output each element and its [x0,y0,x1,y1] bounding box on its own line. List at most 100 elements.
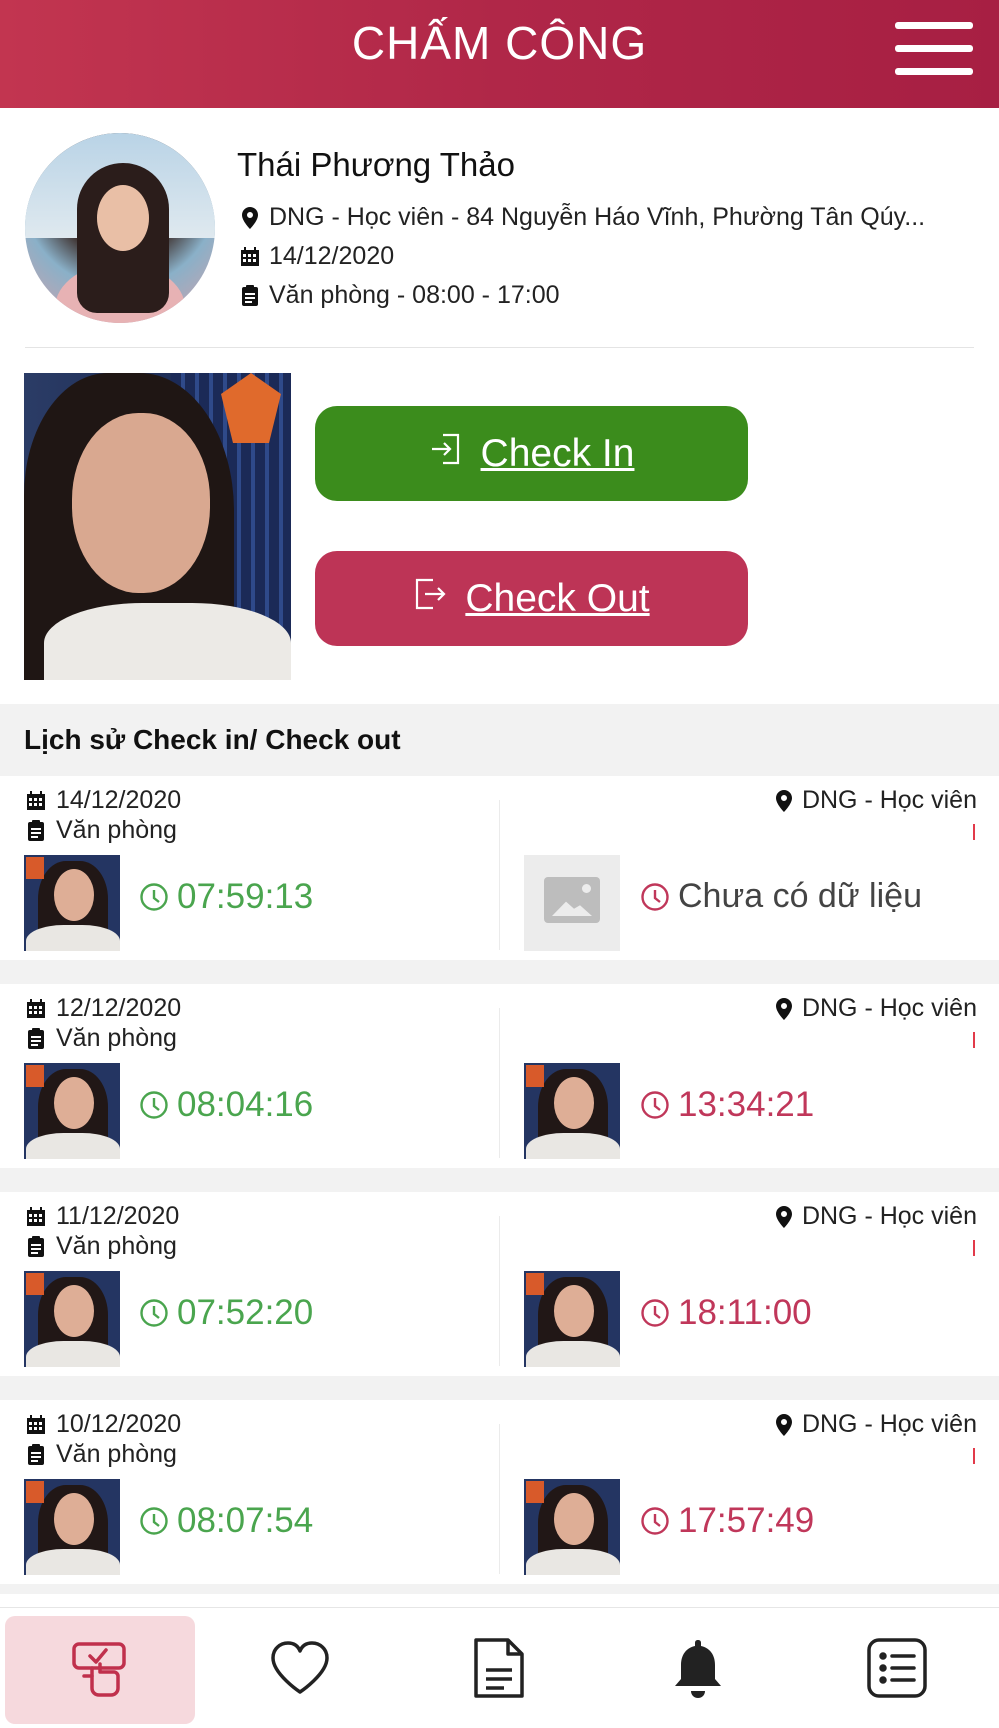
clipboard-icon [24,1236,48,1257]
record-gap [0,1584,999,1594]
record-location: DNG - Học viên [801,786,977,814]
nav-attendance[interactable] [5,1616,195,1724]
image-placeholder-icon [524,855,620,951]
heart-icon [269,1640,331,1701]
divider [25,347,974,348]
check-out-photo[interactable] [524,1063,620,1159]
check-out-time-row: 18:11:00 [640,1293,812,1333]
record-place-row: Văn phòng [24,1024,177,1053]
check-out-button[interactable]: Check Out [315,551,748,646]
nav-notifications[interactable] [603,1616,793,1724]
divider [499,1216,500,1366]
menu-button[interactable] [895,22,973,76]
check-out-time-row: Chưa có dữ liệu [640,877,922,916]
clipboard-icon [24,1444,48,1465]
app-header: CHẤM CÔNG [0,0,999,108]
document-icon [472,1636,526,1705]
check-in-time-row: 07:59:13 [139,877,313,917]
clock-icon [640,1298,670,1328]
bottom-nav [0,1607,999,1728]
status-mark [973,1240,975,1256]
record-location: DNG - Học viên [801,1410,977,1438]
profile-date-row: 14/12/2020 [237,242,394,271]
record-date: 11/12/2020 [56,1202,180,1230]
location-pin-icon [775,1413,792,1436]
clipboard-icon [237,285,263,306]
record-place-row: Văn phòng [24,1440,177,1469]
menu-bar [895,45,973,52]
avatar [25,133,215,323]
check-in-button[interactable]: Check In [315,406,748,501]
bell-icon [671,1636,725,1705]
nav-documents[interactable] [404,1616,594,1724]
check-out-photo[interactable] [524,1479,620,1575]
record-date: 10/12/2020 [56,1410,182,1438]
check-out-time-row: 13:34:21 [640,1085,814,1125]
clock-icon [640,1090,670,1120]
history-record[interactable]: 12/12/2020 Văn phòng DNG - Học viên 08:04:1… [0,984,999,1168]
history-header: Lịch sử Check in/ Check out [0,704,999,776]
clock-icon [640,1506,670,1536]
record-date-row: 10/12/2020 [24,1410,181,1439]
check-in-time: 07:59:13 [177,877,314,916]
location-pin-icon [775,997,792,1020]
check-in-photo[interactable] [24,1271,120,1367]
page-title: CHẤM CÔNG [351,17,648,69]
record-place-row: Văn phòng [24,1232,177,1261]
history-title: Lịch sử Check in/ Check out [24,724,401,755]
history-record[interactable]: 11/12/2020 Văn phòng DNG - Học viên 07:52:2… [0,1192,999,1376]
clipboard-icon [24,820,48,841]
check-in-photo[interactable] [24,1063,120,1159]
record-date: 14/12/2020 [56,786,182,814]
record-location: DNG - Học viên [801,1202,977,1230]
check-in-time: 08:04:16 [177,1085,314,1124]
clipboard-icon [24,1028,48,1049]
profile-location: DNG - Học viên - 84 Nguyễn Háo Vĩnh, Phư… [269,203,926,231]
clock-icon [640,882,670,912]
attendance-icon [68,1636,132,1705]
record-place: Văn phòng [56,816,177,844]
calendar-icon [237,246,263,267]
check-out-time: Chưa có dữ liệu [678,877,922,915]
record-date-row: 14/12/2020 [24,786,181,815]
divider [499,1424,500,1574]
record-date-row: 11/12/2020 [24,1202,179,1231]
record-gap [0,1168,999,1192]
profile-date: 14/12/2020 [269,242,395,270]
calendar-icon [24,1414,48,1435]
clock-icon [139,1506,169,1536]
check-in-time-row: 08:07:54 [139,1501,313,1541]
location-pin-icon [775,1205,792,1228]
check-out-time: 17:57:49 [678,1501,815,1540]
history-record[interactable]: 14/12/2020 Văn phòng DNG - Học viên 07:59:1… [0,776,999,960]
record-location-row: DNG - Học viên [775,1410,977,1439]
profile-location-row: DNG - Học viên - 84 Nguyễn Háo Vĩnh, Phư… [237,203,925,232]
profile-shift: Văn phòng - 08:00 - 17:00 [269,281,560,309]
location-pin-icon [237,206,263,229]
record-place-row: Văn phòng [24,816,177,845]
history-record[interactable]: 10/12/2020 Văn phòng DNG - Học viên 08:07:5… [0,1400,999,1584]
record-date: 12/12/2020 [56,994,182,1022]
check-in-time-row: 07:52:20 [139,1293,313,1333]
check-out-time-row: 17:57:49 [640,1501,814,1541]
check-in-photo[interactable] [24,855,120,951]
record-gap [0,960,999,984]
divider [499,800,500,950]
nav-list[interactable] [802,1616,992,1724]
profile-name: Thái Phương Thảo [237,146,515,183]
logout-icon [413,577,447,621]
check-in-photo[interactable] [24,1479,120,1575]
record-location-row: DNG - Học viên [775,994,977,1023]
check-out-photo[interactable] [524,1271,620,1367]
record-location-row: DNG - Học viên [775,1202,977,1231]
record-place: Văn phòng [56,1024,177,1052]
status-mark [973,1032,975,1048]
status-mark [973,1448,975,1464]
location-pin-icon [775,789,792,812]
check-out-time: 18:11:00 [678,1293,812,1332]
nav-favorites[interactable] [205,1616,395,1724]
clock-icon [139,1090,169,1120]
calendar-icon [24,998,48,1019]
divider [499,1008,500,1158]
calendar-icon [24,790,48,811]
